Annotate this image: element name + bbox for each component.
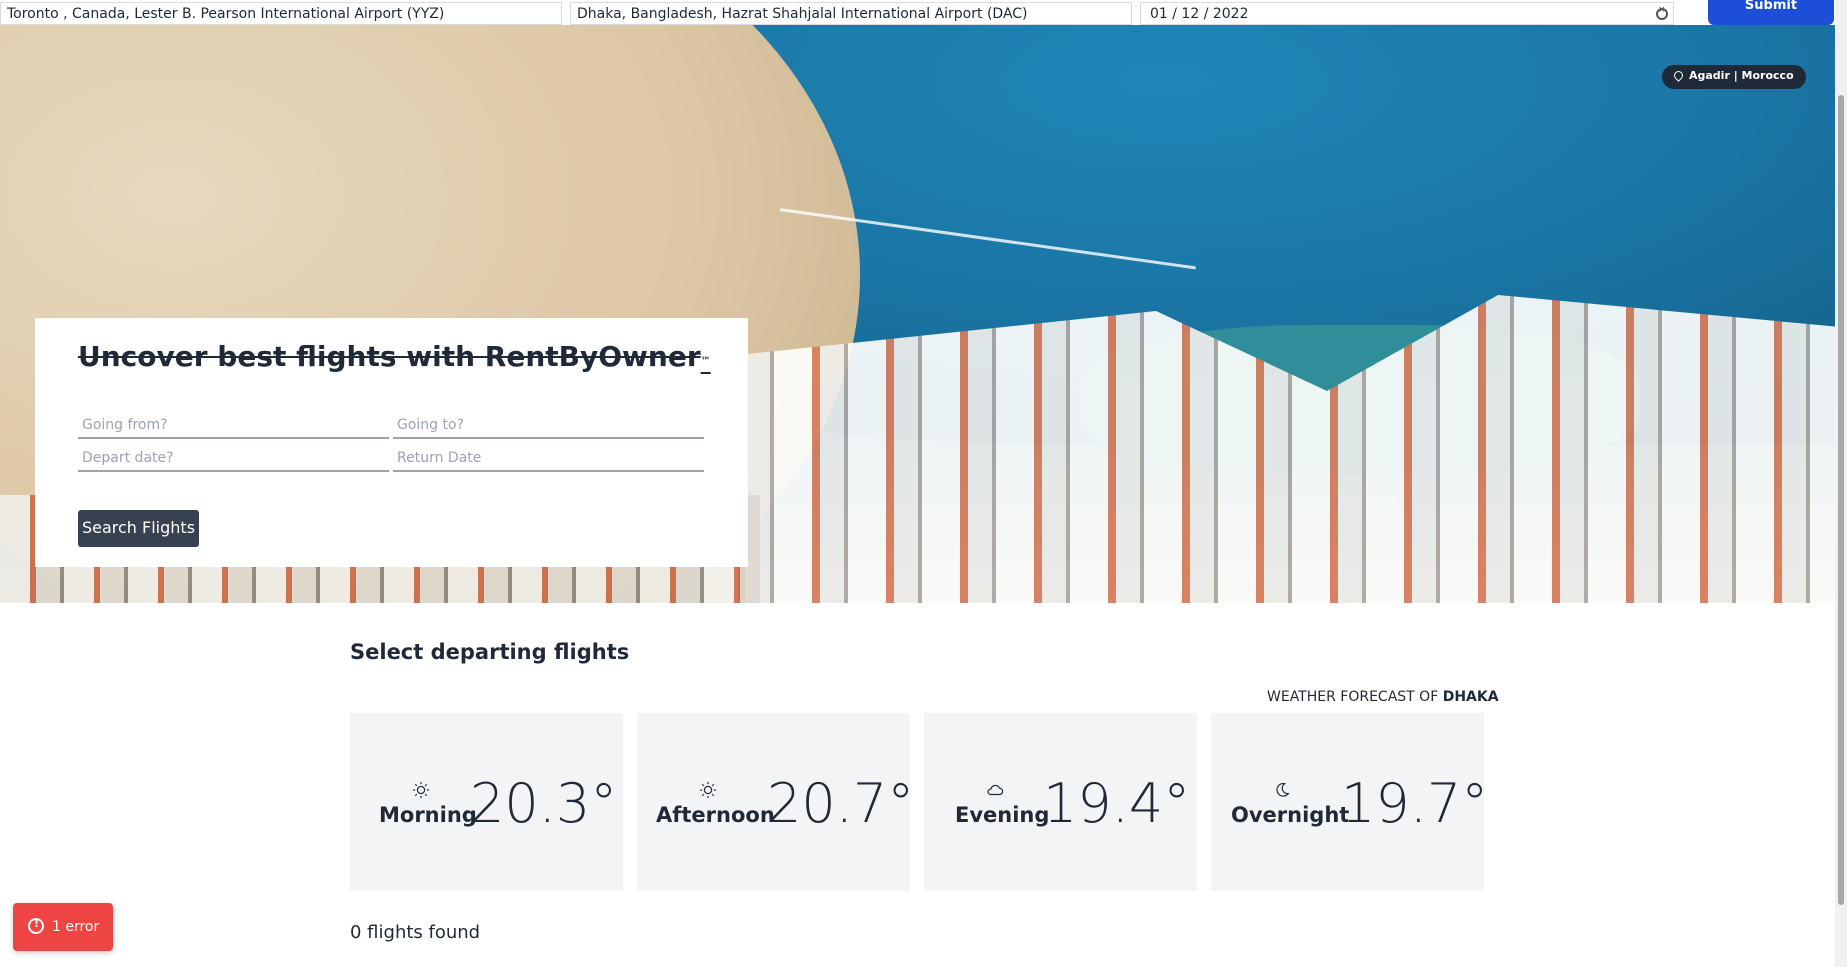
submit-button[interactable]: Submit [1708,0,1834,25]
forecast-temp: 20.7° [767,772,915,835]
depart-date-field[interactable]: Depart date? [78,444,389,472]
from-airport-input[interactable]: Toronto , Canada, Lester B. Pearson Inte… [0,2,562,25]
forecast-card-afternoon: Afternoon 20.7° [637,713,914,891]
weather-city: Dhaka [1442,689,1499,705]
alert-circle-icon [28,917,44,934]
search-card-title-text: Uncover best flights with RentByOwner [78,340,701,373]
flights-found-count: 0 flights found [350,922,481,943]
top-search-bar: Toronto , Canada, Lester B. Pearson Inte… [0,0,1847,25]
forecast-card-overnight: Overnight 19.7° [1211,713,1488,891]
scrollbar-thumb[interactable] [1838,95,1844,905]
forecast-temp: 19.7° [1341,772,1489,835]
to-airport-input[interactable]: Dhaka, Bangladesh, Hazrat Shahjalal Inte… [570,2,1132,25]
flight-search-card: Uncover best flights with RentByOwner™ G… [35,318,748,567]
sun-icon [412,781,430,799]
sun-icon [699,781,717,799]
clear-circle-icon[interactable] [1656,5,1668,20]
forecast-temp: 19.4° [1043,772,1191,835]
forecast-temp: 20.3° [470,772,618,835]
date-input[interactable]: 01 / 12 / 2022 [1140,2,1674,25]
page-scrollbar[interactable] [1835,0,1847,967]
search-card-title: Uncover best flights with RentByOwner™ [78,340,711,373]
forecast-label: Afternoon [656,803,775,827]
location-badge[interactable]: Agadir | Morocco [1662,65,1806,89]
error-toast[interactable]: 1 error [13,903,113,951]
weather-forecast-heading: Weather forecast of Dhaka [1267,689,1499,705]
cloud-icon [987,784,1004,796]
map-pin-icon [1672,69,1685,82]
forecast-label: Evening [955,803,1050,827]
forecast-card-evening: Evening 19.4° [924,713,1197,891]
location-badge-label: Agadir | Morocco [1689,69,1794,82]
trademark-mark: ™ [700,356,711,367]
weather-prefix: Weather forecast of [1267,689,1439,705]
forecast-label: Overnight [1231,803,1350,827]
return-date-field[interactable]: Return Date [393,444,704,472]
search-flights-button[interactable]: Search Flights [78,510,199,547]
moon-icon [1276,782,1290,797]
forecast-card-morning: Morning 20.3° [350,713,623,891]
section-title: Select departing flights [350,640,630,664]
going-from-field[interactable]: Going from? [78,411,389,439]
going-to-field[interactable]: Going to? [393,411,704,439]
error-toast-label: 1 error [52,919,100,935]
forecast-label: Morning [379,803,477,827]
date-value: 01 / 12 / 2022 [1150,6,1249,22]
